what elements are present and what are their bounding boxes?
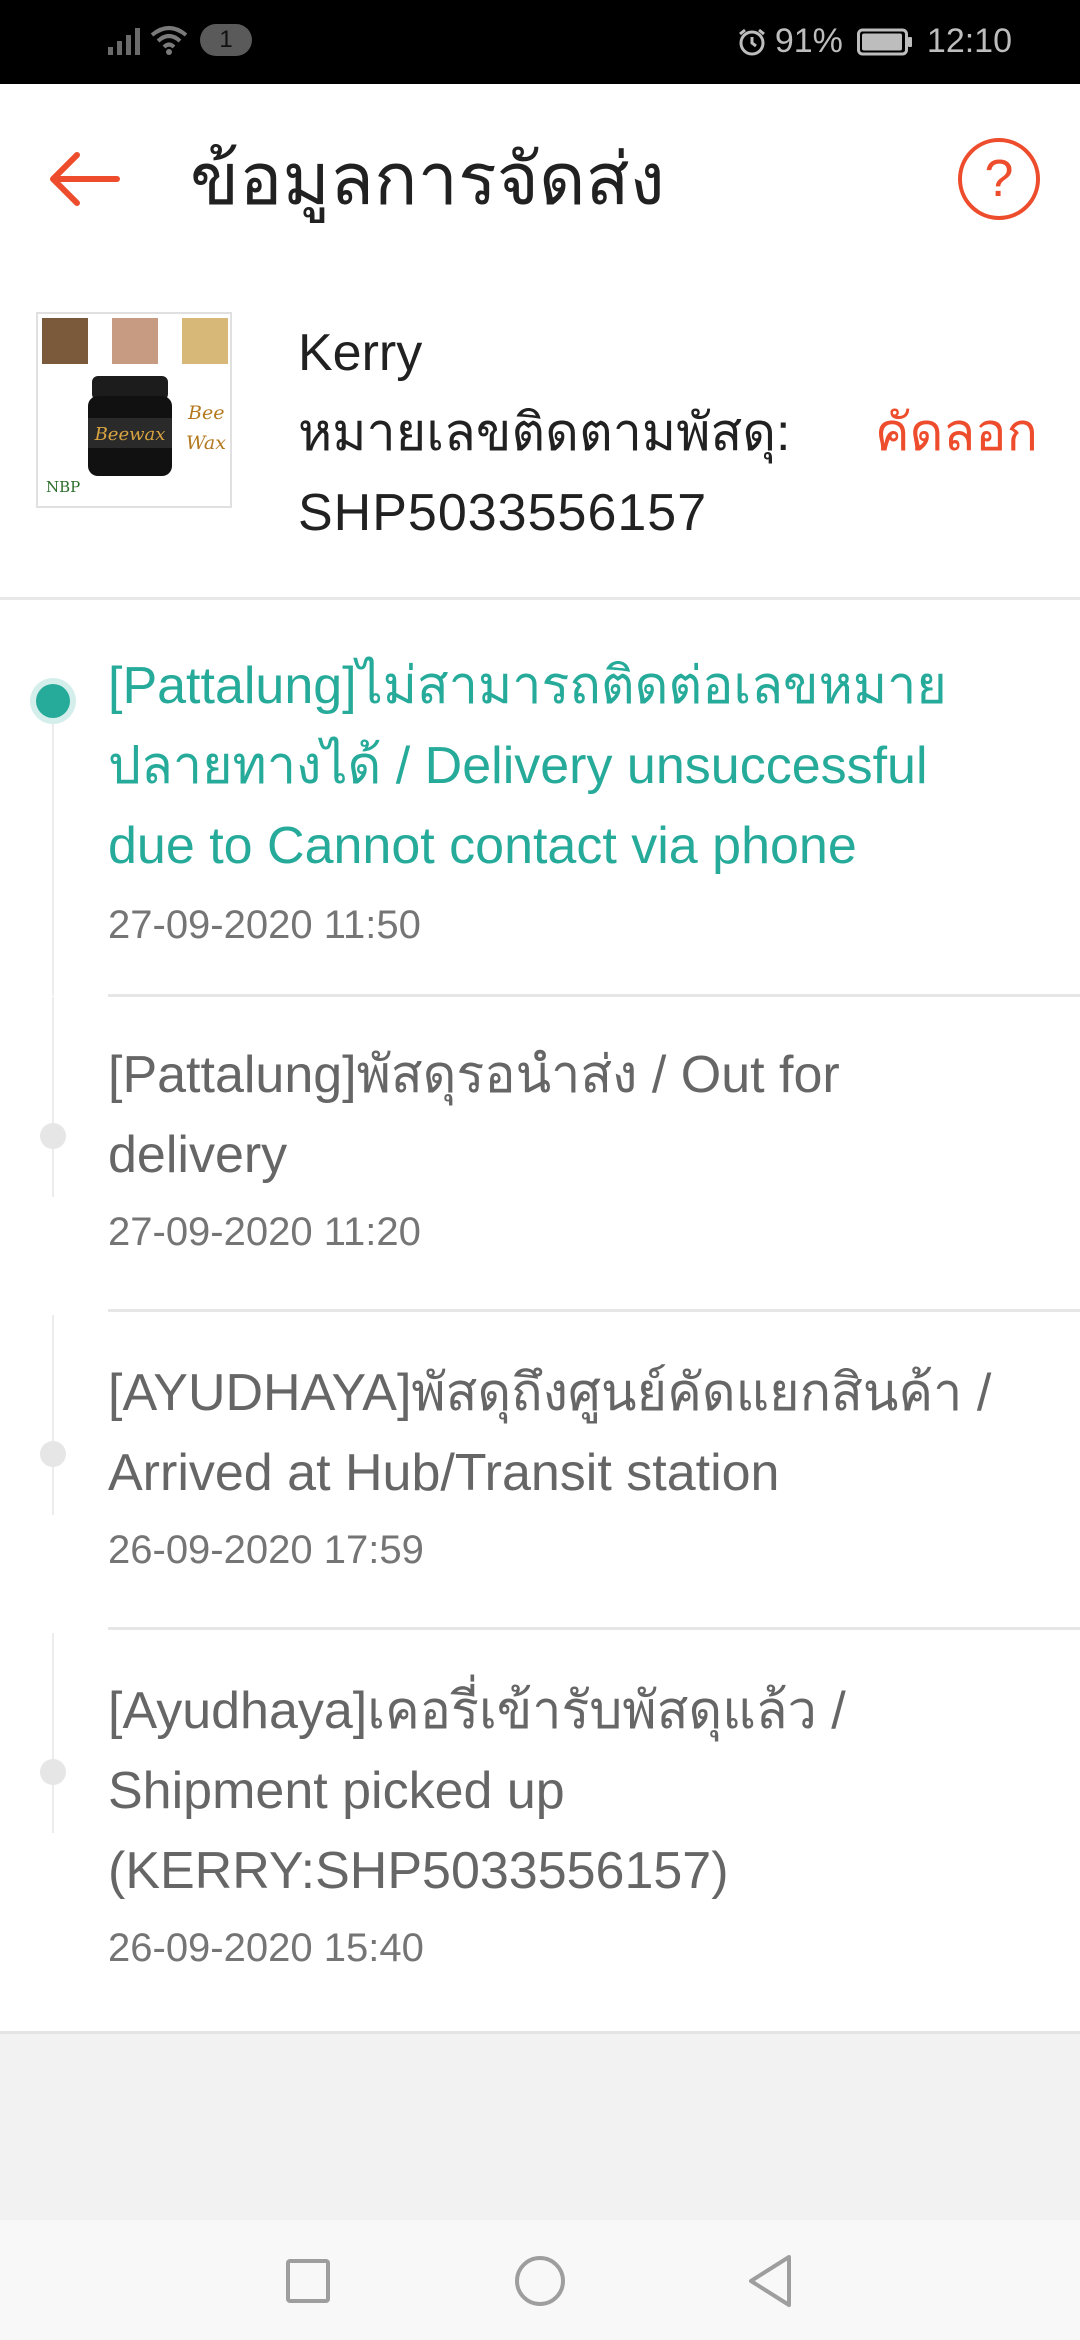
event-time: 27-09-2020 11:20 — [108, 1210, 421, 1254]
thumb-image-3 — [182, 318, 228, 364]
event-divider — [108, 1309, 1080, 1312]
arrow-left-icon — [50, 152, 120, 206]
event-divider — [108, 1627, 1080, 1630]
home-button[interactable] — [507, 2248, 573, 2314]
status-right: 91% 12:10 — [737, 22, 1012, 61]
timeline-event: [AYUDHAYA]พัสดุถึงศูนย์คัดแยกสินค้า / Ar… — [0, 1315, 1080, 1633]
thumb-word-wax: Wax — [186, 432, 226, 454]
timeline-event: [Pattalung]พัสดุรอนำส่ง / Out for delive… — [0, 997, 1080, 1315]
timeline-connector — [52, 1633, 54, 1833]
thumb-image-2 — [112, 318, 158, 364]
help-button[interactable]: ? — [958, 138, 1040, 220]
back-icon — [749, 2255, 791, 2307]
nav-back-button[interactable] — [738, 2248, 804, 2314]
system-nav-bar — [0, 2220, 1080, 2340]
timeline-connector — [52, 997, 54, 1197]
tracking-label: หมายเลขติดตามพัสดุ: — [298, 404, 791, 462]
carrier-name: Kerry — [298, 324, 423, 382]
back-button[interactable] — [42, 142, 126, 216]
jar-label: Beewax — [94, 424, 166, 445]
event-description: [AYUDHAYA]พัสดุถึงศูนย์คัดแยกสินค้า / Ar… — [108, 1364, 992, 1502]
tracking-number: SHP5033556157 — [298, 484, 708, 542]
timeline-event: [Ayudhaya]เคอรี่เข้ารับพัสดุแล้ว / Shipm… — [0, 1633, 1080, 2031]
event-time: 27-09-2020 11:50 — [108, 903, 421, 947]
status-time: 12:10 — [926, 22, 1012, 60]
status-bar: 1 91% 12:10 — [0, 0, 1080, 84]
timeline-dot — [40, 1441, 66, 1467]
copy-button[interactable]: คัดลอก — [875, 398, 1038, 468]
timeline-event: [Pattalung]ไม่สามารถติดต่อเลขหมายปลายทาง… — [0, 600, 1080, 997]
signal-icon — [108, 25, 140, 55]
thumb-image-1 — [42, 318, 88, 364]
beeswax-jar-image: Beewax — [88, 376, 172, 476]
recent-apps-button[interactable] — [275, 2248, 341, 2314]
alarm-icon — [738, 28, 765, 55]
product-image[interactable]: Beewax Bee Wax NBP — [36, 312, 232, 508]
battery-percent: 91% — [774, 22, 843, 60]
event-description: [Pattalung]ไม่สามารถติดต่อเลขหมายปลายทาง… — [108, 657, 947, 875]
question-mark-icon: ? — [984, 150, 1014, 208]
wifi-icon — [150, 26, 188, 55]
home-icon — [515, 2256, 565, 2306]
timeline-connector — [52, 1315, 54, 1515]
timeline-dot-active — [36, 684, 70, 718]
battery-icon — [856, 28, 912, 55]
page-title: ข้อมูลการจัดส่ง — [190, 140, 665, 220]
recent-apps-icon — [286, 2259, 330, 2303]
event-time: 26-09-2020 15:40 — [108, 1926, 424, 1970]
header: ข้อมูลการจัดส่ง ? — [0, 84, 1080, 274]
timeline-connector — [52, 702, 54, 996]
sim-badge: 1 — [200, 24, 252, 56]
thumb-word-bee: Bee — [188, 402, 225, 424]
tracking-timeline: [Pattalung]ไม่สามารถติดต่อเลขหมายปลายทาง… — [0, 600, 1080, 2034]
event-description: [Ayudhaya]เคอรี่เข้ารับพัสดุแล้ว / Shipm… — [108, 1682, 846, 1900]
timeline-dot — [40, 1123, 66, 1149]
status-left: 1 — [108, 24, 252, 56]
timeline-dot — [40, 1759, 66, 1785]
thumb-word-brand: NBP — [46, 478, 81, 496]
event-time: 26-09-2020 17:59 — [108, 1528, 424, 1572]
shipment-card: Beewax Bee Wax NBP Kerry หมายเลขติดตามพั… — [0, 274, 1080, 600]
event-description: [Pattalung]พัสดุรอนำส่ง / Out for delive… — [108, 1046, 840, 1184]
